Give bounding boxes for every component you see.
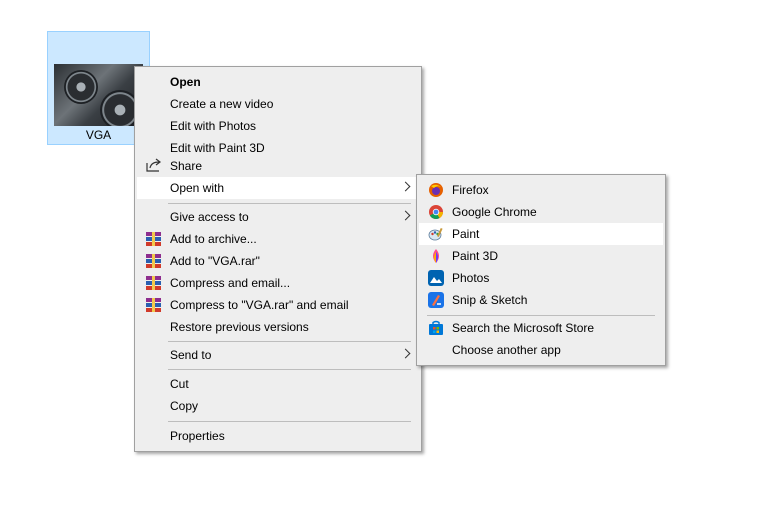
menu-item-add-archive[interactable]: Add to archive... <box>137 228 419 250</box>
winrar-icon <box>146 254 162 268</box>
menu-item-create-video[interactable]: Create a new video <box>137 93 419 115</box>
submenu-item-choose-app[interactable]: Choose another app <box>419 339 663 361</box>
snip-sketch-icon <box>428 292 444 308</box>
context-menu: Open Create a new video Edit with Photos… <box>134 66 422 452</box>
submenu-item-paint3d[interactable]: Paint 3D <box>419 245 663 267</box>
menu-item-compress-vga-email[interactable]: Compress to "VGA.rar" and email <box>137 294 419 316</box>
menu-item-give-access[interactable]: Give access to <box>137 206 419 228</box>
winrar-icon <box>146 298 162 312</box>
firefox-icon <box>429 183 443 197</box>
submenu-item-photos[interactable]: Photos <box>419 267 663 289</box>
chrome-icon <box>429 205 443 219</box>
separator <box>168 203 411 204</box>
menu-item-open[interactable]: Open <box>137 71 419 93</box>
separator <box>168 369 411 370</box>
menu-item-send-to[interactable]: Send to <box>137 344 419 366</box>
paint-icon <box>428 227 443 241</box>
separator <box>168 421 411 422</box>
winrar-icon <box>146 232 162 246</box>
menu-item-properties[interactable]: Properties <box>137 425 419 447</box>
winrar-icon <box>146 276 162 290</box>
submenu-item-snip-sketch[interactable]: Snip & Sketch <box>419 289 663 311</box>
menu-item-add-vga-rar[interactable]: Add to "VGA.rar" <box>137 250 419 272</box>
menu-item-copy[interactable]: Copy <box>137 395 419 417</box>
image-thumbnail <box>54 64 143 126</box>
submenu-item-paint[interactable]: Paint <box>419 223 663 245</box>
paint3d-icon <box>433 249 439 263</box>
menu-item-share[interactable]: Share <box>137 155 419 177</box>
photos-icon <box>428 270 444 286</box>
chevron-right-icon <box>400 348 411 359</box>
store-icon <box>429 320 443 335</box>
open-with-submenu: Firefox Google Chrome Paint Paint 3D Pho… <box>416 174 666 366</box>
chevron-right-icon <box>400 181 411 192</box>
submenu-item-chrome[interactable]: Google Chrome <box>419 201 663 223</box>
submenu-item-store[interactable]: Search the Microsoft Store <box>419 317 663 339</box>
separator <box>427 315 655 316</box>
separator <box>168 341 411 342</box>
menu-item-restore-versions[interactable]: Restore previous versions <box>137 316 419 338</box>
menu-item-edit-photos[interactable]: Edit with Photos <box>137 115 419 137</box>
chevron-right-icon <box>400 210 411 221</box>
menu-item-compress-email[interactable]: Compress and email... <box>137 272 419 294</box>
share-icon <box>146 158 161 172</box>
menu-item-cut[interactable]: Cut <box>137 373 419 395</box>
menu-item-open-with[interactable]: Open with <box>137 177 419 199</box>
submenu-item-firefox[interactable]: Firefox <box>419 179 663 201</box>
